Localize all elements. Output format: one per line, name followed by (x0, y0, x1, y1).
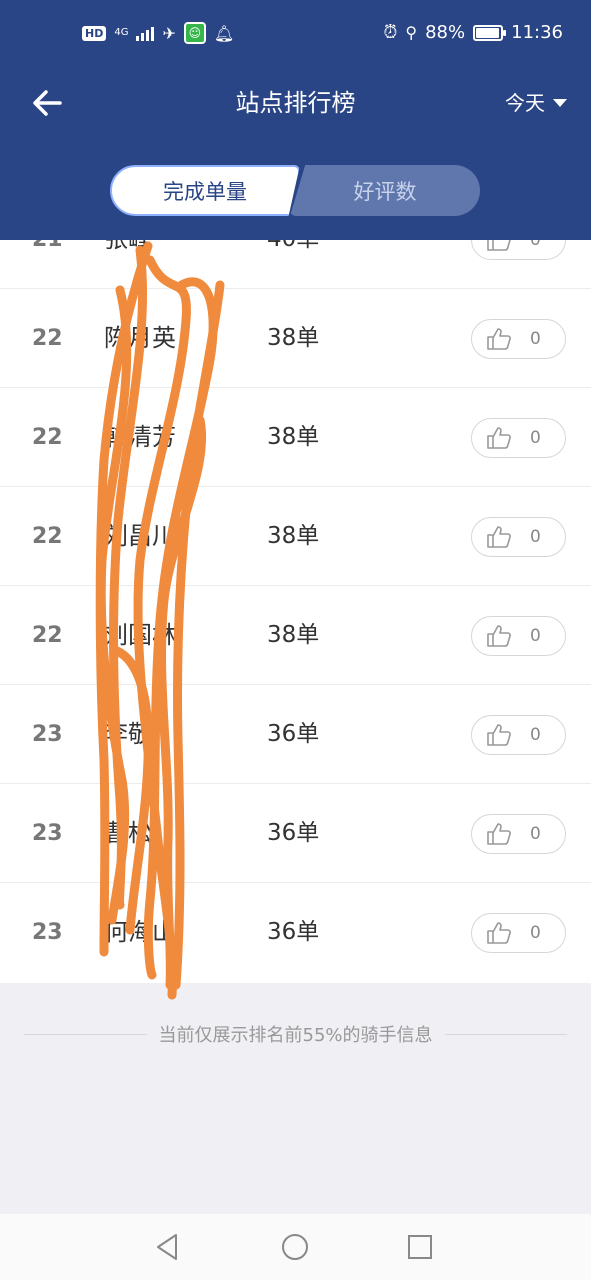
list-item: 22 韩清芳 38单 0 (0, 388, 591, 487)
like-button[interactable]: 0 (471, 240, 566, 260)
notification-bell-icon: 🔔︎ (213, 23, 235, 43)
list-item: 22 刘昌川 38单 0 (0, 487, 591, 586)
rider-name: 曹松 (104, 819, 152, 847)
thumbs-up-icon (487, 922, 511, 944)
rank-number: 21 (32, 240, 63, 289)
like-button[interactable]: 0 (471, 418, 566, 458)
rider-name: 李敬 (104, 720, 152, 748)
thumbs-up-icon (487, 823, 511, 845)
order-count: 36单 (267, 820, 320, 846)
status-bar: HD 4G ✈ ☺ 🔔︎ ⏰︎ ⚲ 88% 11:36 (0, 18, 591, 52)
list-item: 23 曹松 36单 0 (0, 784, 591, 883)
order-count: 38单 (267, 622, 320, 648)
tab-bar: 好评数 完成单量 (110, 165, 480, 216)
thumbs-up-icon (487, 526, 511, 548)
home-circle-icon[interactable] (279, 1231, 311, 1263)
hd-icon: HD (82, 25, 107, 41)
like-button[interactable]: 0 (471, 814, 566, 854)
disclaimer-text: 当前仅展示排名前55%的骑手信息 (158, 1025, 433, 1046)
divider (444, 1033, 568, 1035)
order-count: 38单 (267, 424, 320, 450)
clock: 11:36 (511, 22, 563, 43)
page-title: 站点排行榜 (235, 89, 356, 117)
thumbs-up-icon (487, 625, 511, 647)
date-filter-label: 今天 (505, 91, 545, 115)
battery-fill (476, 27, 499, 38)
rider-name: 刘昌川 (104, 522, 176, 550)
rank-number: 22 (32, 524, 63, 549)
app-header: HD 4G ✈ ☺ 🔔︎ ⏰︎ ⚲ 88% 11:36 站点排行榜 今天 好评数… (0, 0, 591, 240)
airplane-icon: ✈ (162, 23, 176, 43)
like-button[interactable]: 0 (471, 319, 566, 359)
ranking-disclaimer: 当前仅展示排名前55%的骑手信息 (24, 1014, 568, 1054)
like-button[interactable]: 0 (471, 715, 566, 755)
like-count: 0 (530, 824, 541, 844)
rider-name: 陈月英 (104, 324, 176, 352)
like-count: 0 (530, 329, 541, 349)
alarm-icon: ⏰︎ (383, 22, 398, 43)
caret-down-icon (553, 99, 567, 107)
tab-completed-orders[interactable]: 完成单量 (110, 165, 300, 216)
list-item: 21 张峰 40单 0 (0, 240, 591, 289)
rank-number: 23 (32, 722, 63, 747)
like-count: 0 (530, 923, 541, 943)
thumbs-up-icon (487, 240, 511, 251)
rider-name: 韩清芳 (104, 423, 176, 451)
like-count: 0 (530, 240, 541, 250)
network-type: 4G (114, 27, 129, 38)
divider (24, 1033, 147, 1035)
like-button[interactable]: 0 (471, 913, 566, 953)
like-button[interactable]: 0 (471, 517, 566, 557)
chat-app-icon: ☺ (183, 22, 206, 44)
rank-number: 22 (32, 326, 63, 351)
battery-percent: 88% (425, 22, 466, 43)
rider-name: 何海山 (104, 918, 176, 946)
recents-square-icon[interactable] (404, 1231, 436, 1263)
back-triangle-icon[interactable] (152, 1231, 184, 1263)
thumbs-up-icon (487, 328, 511, 350)
rank-number: 23 (32, 821, 63, 846)
like-count: 0 (530, 428, 541, 448)
rider-name: 张峰 (104, 240, 152, 289)
order-count: 38单 (267, 523, 320, 549)
like-button[interactable]: 0 (471, 616, 566, 656)
rank-number: 23 (32, 920, 63, 945)
like-count: 0 (530, 527, 541, 547)
location-icon: ⚲ (405, 23, 418, 42)
like-count: 0 (530, 626, 541, 646)
list-item: 23 李敬 36单 0 (0, 685, 591, 784)
list-item: 22 陈月英 38单 0 (0, 289, 591, 388)
rank-number: 22 (32, 425, 63, 450)
rider-name: 刘国林 (104, 621, 176, 649)
order-count: 40单 (267, 240, 319, 289)
order-count: 36单 (267, 919, 320, 945)
like-count: 0 (530, 725, 541, 745)
system-nav-bar (0, 1214, 591, 1280)
signal-icon (136, 25, 155, 41)
list-item: 22 刘国林 38单 0 (0, 586, 591, 685)
order-count: 36单 (267, 721, 320, 747)
rank-number: 22 (32, 623, 63, 648)
date-filter-dropdown[interactable]: 今天 (505, 88, 567, 118)
battery-icon (473, 24, 507, 41)
tab-good-reviews[interactable]: 好评数 (290, 165, 480, 216)
thumbs-up-icon (487, 427, 511, 449)
ranking-list[interactable]: 21 张峰 40单 0 22 陈月英 38单 0 22 韩清芳 38单 0 22… (0, 240, 591, 983)
order-count: 38单 (267, 325, 320, 351)
list-item: 23 何海山 36单 0 (0, 883, 591, 982)
thumbs-up-icon (487, 724, 511, 746)
